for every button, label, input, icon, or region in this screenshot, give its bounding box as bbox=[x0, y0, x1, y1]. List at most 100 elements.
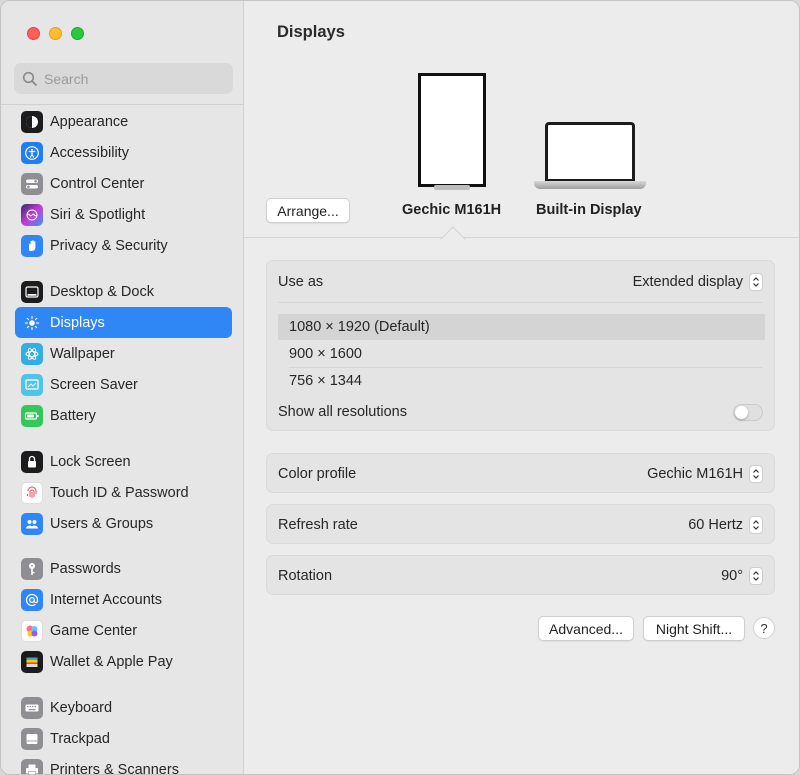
main-pane: Displays Arrange... Gechic M161H Built-i… bbox=[244, 1, 799, 774]
sidebar-item-label: Privacy & Security bbox=[50, 237, 168, 254]
color-profile-label: Color profile bbox=[278, 466, 357, 482]
sidebar-item-passwords[interactable]: Passwords bbox=[15, 553, 232, 584]
dock-icon bbox=[21, 280, 43, 303]
use-as-popup[interactable]: Extended display bbox=[633, 273, 763, 291]
sidebar-item-label: Battery bbox=[50, 407, 96, 424]
color-profile-popup[interactable]: Gechic M161H bbox=[647, 465, 763, 483]
trackpad-icon bbox=[21, 727, 43, 750]
laptop-icon[interactable] bbox=[545, 122, 635, 182]
fingerprint-icon bbox=[21, 481, 43, 504]
sidebar-item-appearance[interactable]: Appearance bbox=[15, 106, 232, 137]
chevron-updown-icon bbox=[749, 516, 763, 534]
wallpaper-icon bbox=[21, 342, 43, 365]
sidebar-item-game-center[interactable]: Game Center bbox=[15, 615, 232, 646]
screen-saver-icon bbox=[21, 373, 43, 396]
wallet-icon bbox=[21, 650, 43, 673]
color-profile-row: Color profile Gechic M161H bbox=[278, 462, 763, 486]
monitor-stand bbox=[434, 185, 470, 190]
sidebar-item-internet-accounts[interactable]: Internet Accounts bbox=[15, 584, 232, 615]
sidebar-item-label: Trackpad bbox=[50, 730, 110, 747]
refresh-rate-group: Refresh rate 60 Hertz bbox=[266, 504, 775, 544]
sidebar-item-label: Internet Accounts bbox=[50, 591, 163, 608]
sidebar-item-touch-id[interactable]: Touch ID & Password bbox=[15, 477, 232, 508]
appearance-icon bbox=[21, 110, 43, 133]
control-center-icon bbox=[21, 172, 43, 195]
sidebar-item-label: Printers & Scanners bbox=[50, 761, 179, 775]
close-button[interactable] bbox=[27, 27, 40, 40]
keyboard-icon bbox=[21, 696, 43, 719]
refresh-rate-value: 60 Hertz bbox=[688, 517, 743, 533]
chevron-updown-icon bbox=[749, 567, 763, 585]
resolution-group: Use as Extended display 1080 × 1920 (Def… bbox=[266, 260, 775, 431]
sidebar-item-label: Users & Groups bbox=[50, 515, 154, 532]
sidebar-item-control-center[interactable]: Control Center bbox=[15, 168, 232, 199]
use-as-row: Use as Extended display bbox=[278, 270, 763, 294]
game-center-icon bbox=[21, 619, 43, 642]
sidebar-item-label: Screen Saver bbox=[50, 376, 138, 393]
sidebar-item-displays[interactable]: Displays bbox=[15, 307, 232, 338]
help-button[interactable]: ? bbox=[753, 617, 775, 639]
arrange-button[interactable]: Arrange... bbox=[266, 198, 350, 223]
search-input[interactable] bbox=[44, 70, 214, 87]
sidebar-item-screen-saver[interactable]: Screen Saver bbox=[15, 369, 232, 400]
sidebar-item-wallpaper[interactable]: Wallpaper bbox=[15, 338, 232, 369]
resolution-option[interactable]: 900 × 1600 bbox=[278, 341, 765, 367]
key-icon bbox=[21, 557, 43, 580]
rotation-group: Rotation 90° bbox=[266, 555, 775, 595]
external-display-name[interactable]: Gechic M161H bbox=[402, 202, 501, 218]
window-controls bbox=[27, 27, 84, 40]
rotation-value: 90° bbox=[721, 568, 743, 584]
chevron-updown-icon bbox=[749, 273, 763, 291]
rotation-label: Rotation bbox=[278, 568, 333, 584]
external-monitor-icon[interactable] bbox=[418, 73, 486, 187]
minimize-button[interactable] bbox=[49, 27, 62, 40]
builtin-display-name[interactable]: Built-in Display bbox=[536, 202, 642, 218]
at-icon bbox=[21, 588, 43, 611]
sidebar-item-accessibility[interactable]: Accessibility bbox=[15, 137, 232, 168]
sidebar-item-wallet[interactable]: Wallet & Apple Pay bbox=[15, 646, 232, 677]
rotation-popup[interactable]: 90° bbox=[721, 567, 763, 585]
color-profile-value: Gechic M161H bbox=[647, 466, 743, 482]
display-arrangement: Displays Arrange... Gechic M161H Built-i… bbox=[244, 1, 799, 252]
rotation-row: Rotation 90° bbox=[278, 564, 763, 588]
refresh-rate-label: Refresh rate bbox=[278, 517, 358, 533]
sidebar-item-privacy-security[interactable]: Privacy & Security bbox=[15, 230, 232, 261]
night-shift-button[interactable]: Night Shift... bbox=[643, 616, 745, 641]
color-profile-group: Color profile Gechic M161H bbox=[266, 453, 775, 493]
resolution-option[interactable]: 756 × 1344 bbox=[278, 368, 765, 394]
refresh-rate-popup[interactable]: 60 Hertz bbox=[688, 516, 763, 534]
sidebar-item-battery[interactable]: Battery bbox=[15, 400, 232, 431]
sidebar-item-printers-scanners[interactable]: Printers & Scanners bbox=[15, 754, 232, 775]
printer-icon bbox=[21, 758, 43, 774]
sidebar-item-label: Game Center bbox=[50, 622, 138, 639]
siri-icon bbox=[21, 203, 43, 226]
use-as-label: Use as bbox=[278, 274, 324, 290]
sidebar-item-label: Wallpaper bbox=[50, 345, 115, 362]
lock-icon bbox=[21, 450, 43, 473]
search-icon bbox=[22, 71, 37, 86]
sun-icon bbox=[21, 311, 43, 334]
chevron-updown-icon bbox=[749, 465, 763, 483]
zoom-button[interactable] bbox=[71, 27, 84, 40]
sidebar-item-trackpad[interactable]: Trackpad bbox=[15, 723, 232, 754]
sidebar-item-lock-screen[interactable]: Lock Screen bbox=[15, 446, 232, 477]
sidebar-item-label: Appearance bbox=[50, 113, 129, 130]
advanced-button[interactable]: Advanced... bbox=[538, 616, 634, 641]
show-all-toggle[interactable] bbox=[733, 403, 763, 421]
battery-icon bbox=[21, 404, 43, 427]
search-field[interactable] bbox=[14, 63, 233, 94]
sidebar-item-label: Control Center bbox=[50, 175, 145, 192]
sidebar-item-label: Passwords bbox=[50, 560, 121, 577]
sidebar-item-label: Keyboard bbox=[50, 699, 113, 716]
sidebar-item-label: Desktop & Dock bbox=[50, 283, 154, 300]
divider bbox=[278, 302, 763, 303]
resolution-option[interactable]: 1080 × 1920 (Default) bbox=[278, 314, 765, 340]
sidebar-item-siri-spotlight[interactable]: Siri & Spotlight bbox=[15, 199, 232, 230]
show-all-label: Show all resolutions bbox=[278, 404, 407, 420]
sidebar-item-desktop-dock[interactable]: Desktop & Dock bbox=[15, 276, 232, 307]
sidebar-item-users-groups[interactable]: Users & Groups bbox=[15, 508, 232, 539]
sidebar-item-label: Accessibility bbox=[50, 144, 129, 161]
sidebar-item-keyboard[interactable]: Keyboard bbox=[15, 692, 232, 723]
sidebar-item-label: Lock Screen bbox=[50, 453, 131, 470]
sidebar-list: Appearance Accessibility Control Center … bbox=[1, 104, 244, 775]
